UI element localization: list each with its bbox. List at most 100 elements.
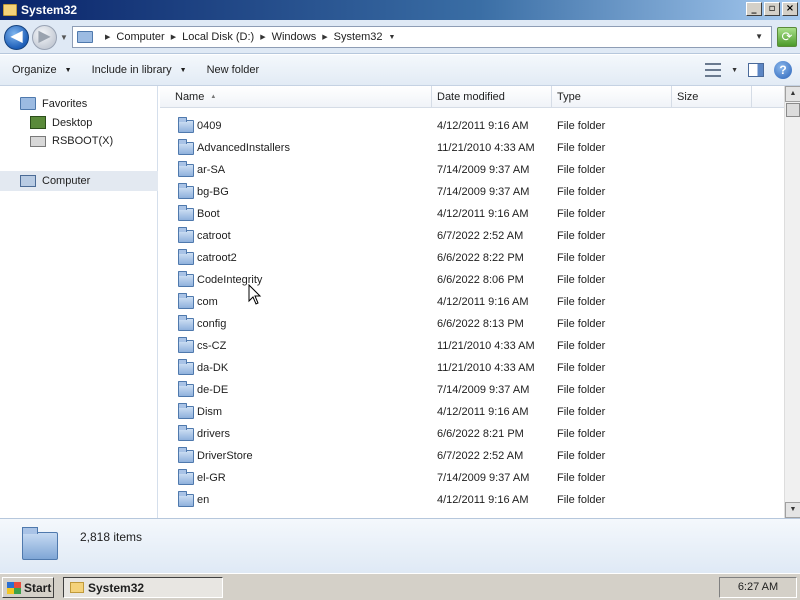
window-title: System32: [21, 3, 78, 17]
title-bar: System32 _ ▫ ×: [0, 0, 800, 20]
minimize-button[interactable]: _: [746, 2, 762, 16]
file-name-cell: bg-BG: [160, 182, 432, 199]
forward-button[interactable]: ▶: [32, 25, 57, 50]
file-rows: 0409 4/12/2011 9:16 AM File folder Advanced…: [160, 115, 784, 511]
file-name: AdvancedInstallers: [197, 142, 290, 154]
start-button[interactable]: Start: [2, 577, 54, 598]
type-cell: File folder: [557, 318, 606, 330]
help-icon[interactable]: ?: [774, 61, 792, 79]
type-cell: File folder: [557, 450, 606, 462]
nav-item-label: Favorites: [42, 97, 88, 110]
folder-icon: [178, 204, 194, 221]
breadcrumb-computer[interactable]: Computer: [116, 31, 164, 43]
nav-item-label: Computer: [42, 175, 91, 187]
chevron-down-icon[interactable]: ▼: [731, 67, 738, 74]
desktop-icon: [30, 116, 46, 129]
date-modified-cell: 6/7/2022 2:52 AM: [437, 230, 524, 242]
chevron-down-icon[interactable]: ▼: [389, 34, 396, 41]
column-header-name[interactable]: Name ▲: [160, 86, 432, 108]
type-cell: File folder: [557, 208, 606, 220]
back-button[interactable]: ◀: [4, 25, 29, 50]
file-name: Boot: [197, 208, 220, 220]
scroll-up-button[interactable]: ▲: [785, 86, 800, 102]
address-bar[interactable]: ▶ Computer ▶ Local Disk (D:) ▶ Windows ▶…: [72, 26, 772, 48]
table-row[interactable]: AdvancedInstallers 11/21/2010 4:33 AM File…: [160, 137, 784, 159]
folder-icon: [178, 358, 194, 375]
file-name: el-GR: [197, 472, 226, 484]
nav-item-computer[interactable]: Computer: [0, 171, 158, 191]
type-cell: File folder: [557, 296, 606, 308]
table-row[interactable]: Dism 4/12/2011 9:16 AM File folder: [160, 401, 784, 423]
taskbar-item-system32[interactable]: System32: [63, 577, 223, 598]
include-in-library-button[interactable]: Include in library ▼: [92, 64, 187, 76]
organize-button[interactable]: Organize ▼: [12, 64, 72, 76]
refresh-button[interactable]: ⟳: [777, 27, 797, 47]
folder-icon: [178, 292, 194, 309]
system-clock[interactable]: 6:27 AM: [719, 577, 797, 598]
type-cell: File folder: [557, 120, 606, 132]
table-row[interactable]: el-GR 7/14/2009 9:37 AM File folder: [160, 467, 784, 489]
breadcrumb-local-disk[interactable]: Local Disk (D:): [182, 31, 254, 43]
chevron-right-icon[interactable]: ▶: [105, 33, 110, 41]
file-name: com: [197, 296, 218, 308]
table-row[interactable]: catroot2 6/6/2022 8:22 PM File folder: [160, 247, 784, 269]
column-size-label: Size: [677, 91, 699, 103]
table-row[interactable]: DriverStore 6/7/2022 2:52 AM File folder: [160, 445, 784, 467]
date-modified-cell: 4/12/2011 9:16 AM: [437, 296, 529, 308]
date-modified-cell: 7/14/2009 9:37 AM: [437, 384, 530, 396]
chevron-right-icon[interactable]: ▶: [260, 33, 265, 41]
breadcrumb-system32[interactable]: System32: [334, 31, 383, 43]
table-row[interactable]: catroot 6/7/2022 2:52 AM File folder: [160, 225, 784, 247]
preview-pane-icon[interactable]: [748, 63, 764, 77]
breadcrumb: ▶ Computer ▶ Local Disk (D:) ▶ Windows ▶…: [99, 31, 401, 43]
new-folder-button[interactable]: New folder: [207, 64, 260, 76]
address-history-dropdown[interactable]: ▼: [755, 32, 763, 41]
nav-item-desktop[interactable]: Desktop: [30, 116, 92, 129]
new-folder-label: New folder: [206, 64, 260, 76]
vertical-scrollbar[interactable]: ▲ ▼: [784, 86, 800, 518]
file-name: ar-SA: [197, 164, 226, 176]
file-name: catroot: [197, 230, 231, 242]
date-modified-cell: 7/14/2009 9:37 AM: [437, 164, 530, 176]
nav-item-rsboot[interactable]: RSBOOT(X): [30, 135, 113, 147]
table-row[interactable]: en 4/12/2011 9:16 AM File folder: [160, 489, 784, 511]
organize-label: Organize: [12, 64, 57, 76]
type-cell: File folder: [557, 406, 606, 418]
table-row[interactable]: cs-CZ 11/21/2010 4:33 AM File folder: [160, 335, 784, 357]
file-name-cell: en: [160, 490, 432, 507]
column-header-size[interactable]: Size: [672, 86, 752, 108]
file-name-cell: 0409: [160, 116, 432, 133]
date-modified-cell: 11/21/2010 4:33 AM: [437, 362, 535, 374]
breadcrumb-windows[interactable]: Windows: [272, 31, 317, 43]
scroll-thumb[interactable]: [786, 103, 800, 117]
folder-icon: [178, 160, 194, 177]
table-row[interactable]: config 6/6/2022 8:13 PM File folder: [160, 313, 784, 335]
details-pane: 2,818 items: [0, 518, 800, 573]
start-label: Start: [24, 580, 52, 595]
recent-pages-dropdown[interactable]: ▼: [60, 33, 68, 42]
scroll-down-button[interactable]: ▼: [785, 502, 800, 518]
table-row[interactable]: da-DK 11/21/2010 4:33 AM File folder: [160, 357, 784, 379]
file-name-cell: config: [160, 314, 432, 331]
column-headers: Name ▲ Date modified Type Size: [160, 86, 784, 108]
maximize-button[interactable]: ▫: [764, 2, 780, 16]
column-header-type[interactable]: Type: [552, 86, 672, 108]
table-row[interactable]: 0409 4/12/2011 9:16 AM File folder: [160, 115, 784, 137]
chevron-down-icon: ▼: [64, 66, 72, 74]
close-button[interactable]: ×: [782, 2, 798, 16]
table-row[interactable]: bg-BG 7/14/2009 9:37 AM File folder: [160, 181, 784, 203]
chevron-right-icon[interactable]: ▶: [171, 33, 176, 41]
folder-icon: [178, 490, 194, 507]
date-modified-cell: 6/7/2022 2:52 AM: [437, 450, 524, 462]
computer-icon: [20, 175, 36, 187]
table-row[interactable]: de-DE 7/14/2009 9:37 AM File folder: [160, 379, 784, 401]
column-header-date[interactable]: Date modified: [432, 86, 552, 108]
chevron-right-icon[interactable]: ▶: [322, 33, 327, 41]
type-cell: File folder: [557, 340, 606, 352]
table-row[interactable]: drivers 6/6/2022 8:21 PM File folder: [160, 423, 784, 445]
table-row[interactable]: ar-SA 7/14/2009 9:37 AM File folder: [160, 159, 784, 181]
taskbar-item-label: System32: [88, 580, 145, 595]
nav-item-favorites[interactable]: Favorites: [20, 97, 87, 110]
change-view-icon[interactable]: [705, 63, 722, 77]
table-row[interactable]: Boot 4/12/2011 9:16 AM File folder: [160, 203, 784, 225]
